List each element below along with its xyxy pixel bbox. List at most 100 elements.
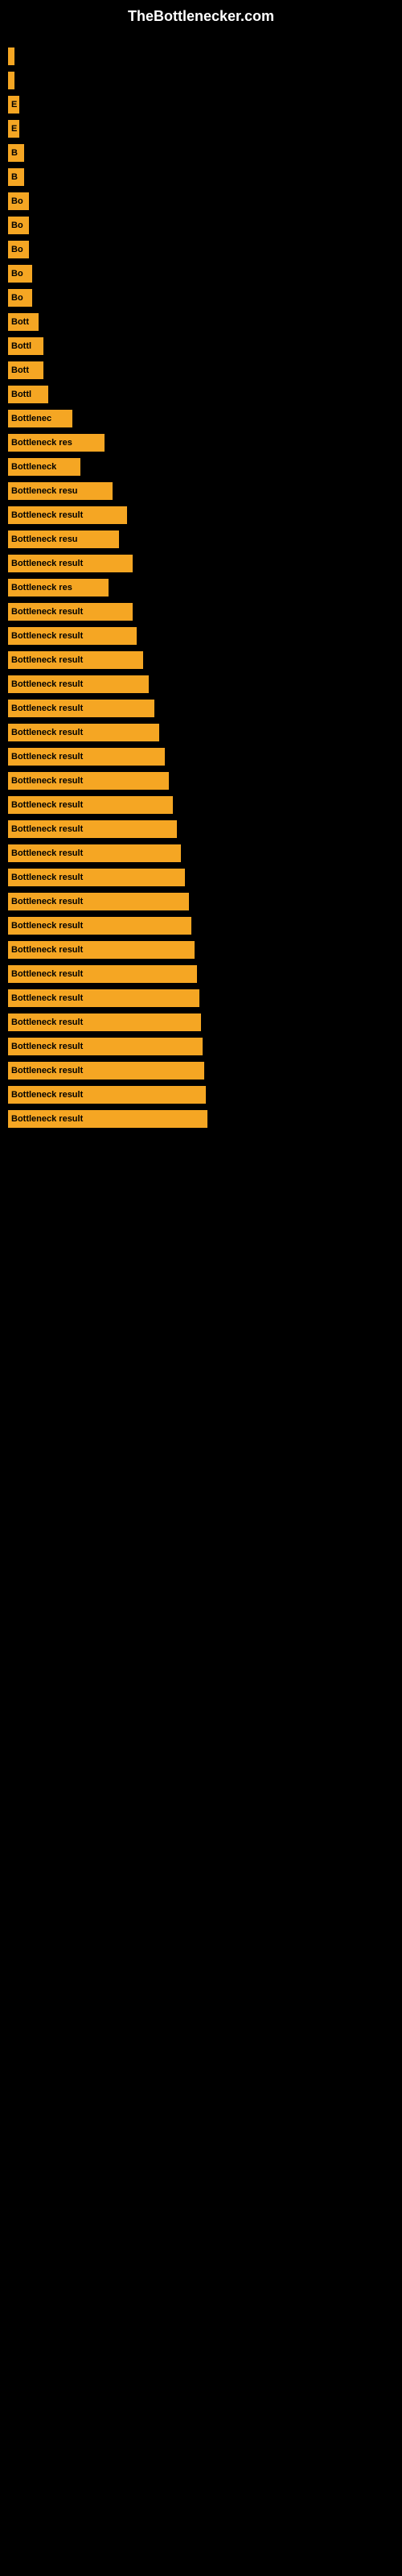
bar-36: Bottleneck result xyxy=(8,893,189,910)
bar-row: Bottleneck result xyxy=(8,987,394,1009)
bar-3: E xyxy=(8,96,19,114)
bar-26: Bottleneck result xyxy=(8,651,143,669)
bar-row xyxy=(8,45,394,68)
bar-row: Bottleneck resu xyxy=(8,480,394,502)
bar-25: Bottleneck result xyxy=(8,627,137,645)
bar-label-10: Bo xyxy=(11,269,23,279)
bar-label-18: Bottleneck xyxy=(11,462,56,472)
bar-34: Bottleneck result xyxy=(8,844,181,862)
bar-row: Bo xyxy=(8,262,394,285)
bar-label-29: Bottleneck result xyxy=(11,728,83,737)
bar-row: Bottl xyxy=(8,335,394,357)
bar-row: Bottleneck xyxy=(8,456,394,478)
bar-2 xyxy=(8,72,14,89)
bar-11: Bo xyxy=(8,289,32,307)
bar-24: Bottleneck result xyxy=(8,603,133,621)
bar-row: Bottleneck result xyxy=(8,697,394,720)
bar-28: Bottleneck result xyxy=(8,700,154,717)
bars-container: EE B B Bo Bo Bo Bo Bo Bott Bottl Bott Bottl Bottlene… xyxy=(0,29,402,1140)
bar-row: Bottleneck result xyxy=(8,625,394,647)
bar-label-37: Bottleneck result xyxy=(11,921,83,931)
bar-label-28: Bottleneck result xyxy=(11,704,83,713)
bar-row: Bottl xyxy=(8,383,394,406)
bar-row: Bottleneck result xyxy=(8,721,394,744)
bar-row: Bo xyxy=(8,238,394,261)
bar-label-31: Bottleneck result xyxy=(11,776,83,786)
bar-row: E xyxy=(8,118,394,140)
bar-label-42: Bottleneck result xyxy=(11,1042,83,1051)
bar-16: Bottlenec xyxy=(8,410,72,427)
bar-row: Bottleneck result xyxy=(8,914,394,937)
bar-label-8: Bo xyxy=(11,221,23,230)
bar-label-17: Bottleneck res xyxy=(11,438,72,448)
bar-35: Bottleneck result xyxy=(8,869,185,886)
bar-row: Bottleneck result xyxy=(8,818,394,840)
bar-row: Bottleneck result xyxy=(8,1084,394,1106)
bar-label-15: Bottl xyxy=(11,390,31,399)
bar-18: Bottleneck xyxy=(8,458,80,476)
bar-12: Bott xyxy=(8,313,39,331)
bar-label-44: Bottleneck result xyxy=(11,1090,83,1100)
bar-41: Bottleneck result xyxy=(8,1013,201,1031)
bar-label-14: Bott xyxy=(11,365,29,375)
bar-42: Bottleneck result xyxy=(8,1038,203,1055)
bar-label-4: E xyxy=(11,124,17,134)
bar-1 xyxy=(8,47,14,65)
bar-38: Bottleneck result xyxy=(8,941,195,959)
bar-label-41: Bottleneck result xyxy=(11,1018,83,1027)
bar-label-26: Bottleneck result xyxy=(11,655,83,665)
bar-39: Bottleneck result xyxy=(8,965,197,983)
bar-label-6: B xyxy=(11,172,18,182)
bar-19: Bottleneck resu xyxy=(8,482,113,500)
bar-label-32: Bottleneck result xyxy=(11,800,83,810)
bar-label-7: Bo xyxy=(11,196,23,206)
bar-33: Bottleneck result xyxy=(8,820,177,838)
bar-21: Bottleneck resu xyxy=(8,530,119,548)
bar-label-39: Bottleneck result xyxy=(11,969,83,979)
bar-label-38: Bottleneck result xyxy=(11,945,83,955)
site-title: TheBottlenecker.com xyxy=(0,0,402,29)
bar-row: Bottleneck resu xyxy=(8,528,394,551)
bar-15: Bottl xyxy=(8,386,48,403)
bar-label-33: Bottleneck result xyxy=(11,824,83,834)
bar-row: Bo xyxy=(8,190,394,213)
bar-row: Bottleneck result xyxy=(8,794,394,816)
bar-row: Bottleneck result xyxy=(8,504,394,526)
bar-row: Bottleneck result xyxy=(8,1035,394,1058)
bar-row: Bottleneck result xyxy=(8,745,394,768)
bar-row: Bottleneck result xyxy=(8,866,394,889)
bar-label-25: Bottleneck result xyxy=(11,631,83,641)
bar-label-24: Bottleneck result xyxy=(11,607,83,617)
bar-label-12: Bott xyxy=(11,317,29,327)
bar-label-16: Bottlenec xyxy=(11,414,51,423)
bar-label-45: Bottleneck result xyxy=(11,1114,83,1124)
bar-row: Bottleneck result xyxy=(8,1011,394,1034)
bar-44: Bottleneck result xyxy=(8,1086,206,1104)
bar-label-5: B xyxy=(11,148,18,158)
bar-row: Bottlenec xyxy=(8,407,394,430)
bar-30: Bottleneck result xyxy=(8,748,165,766)
bar-row: Bottleneck result xyxy=(8,673,394,696)
bar-row: Bottleneck result xyxy=(8,939,394,961)
bar-4: E xyxy=(8,120,19,138)
bar-29: Bottleneck result xyxy=(8,724,159,741)
bar-22: Bottleneck result xyxy=(8,555,133,572)
bar-13: Bottl xyxy=(8,337,43,355)
bar-10: Bo xyxy=(8,265,32,283)
bar-label-9: Bo xyxy=(11,245,23,254)
bar-43: Bottleneck result xyxy=(8,1062,204,1080)
bar-45: Bottleneck result xyxy=(8,1110,207,1128)
bar-label-35: Bottleneck result xyxy=(11,873,83,882)
bar-label-43: Bottleneck result xyxy=(11,1066,83,1075)
bar-31: Bottleneck result xyxy=(8,772,169,790)
bar-label-36: Bottleneck result xyxy=(11,897,83,906)
bar-row: Bottleneck result xyxy=(8,1108,394,1130)
bar-label-19: Bottleneck resu xyxy=(11,486,78,496)
bar-label-21: Bottleneck resu xyxy=(11,535,78,544)
bar-27: Bottleneck result xyxy=(8,675,149,693)
bar-row: E xyxy=(8,93,394,116)
bar-label-27: Bottleneck result xyxy=(11,679,83,689)
bar-label-11: Bo xyxy=(11,293,23,303)
bar-row: Bottleneck result xyxy=(8,963,394,985)
bar-label-20: Bottleneck result xyxy=(11,510,83,520)
